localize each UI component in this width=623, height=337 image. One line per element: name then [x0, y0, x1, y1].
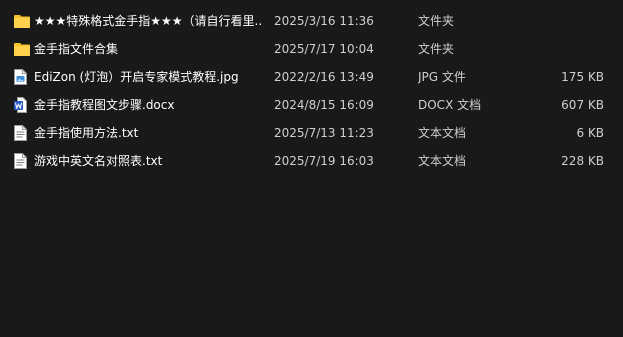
file-date: 2024/8/15 16:09: [274, 98, 374, 112]
file-row[interactable]: EdiZon (灯泡）开启专家模式教程.jpg 2022/2/16 13:49 …: [0, 63, 623, 91]
file-row[interactable]: 金手指教程图文步骤.docx 2024/8/15 16:09 DOCX 文档 6…: [0, 91, 623, 119]
file-icon-cell: [14, 147, 32, 175]
file-size: 228 KB: [561, 154, 604, 168]
file-name: ★★★特殊格式金手指★★★（请自行看里...: [34, 14, 262, 28]
file-name: 金手指使用方法.txt: [34, 126, 139, 140]
file-size: 175 KB: [561, 70, 604, 84]
file-list: ★★★特殊格式金手指★★★（请自行看里... 2025/3/16 11:36 文…: [0, 7, 623, 175]
file-size: 607 KB: [561, 98, 604, 112]
file-size: [500, 35, 604, 63]
file-row[interactable]: ★★★特殊格式金手指★★★（请自行看里... 2025/3/16 11:36 文…: [0, 7, 623, 35]
folder-icon: [14, 43, 30, 56]
text-file-icon: [14, 125, 27, 141]
file-icon-cell: [14, 7, 32, 35]
file-icon-cell: [14, 35, 32, 63]
text-file-icon: [14, 153, 27, 169]
file-row[interactable]: 游戏中英文名对照表.txt 2025/7/19 16:03 文本文档 228 K…: [0, 147, 623, 175]
file-name: 金手指文件合集: [34, 42, 119, 56]
file-date: 2025/7/13 11:23: [274, 126, 374, 140]
file-icon-cell: [14, 63, 32, 91]
word-document-icon: [14, 97, 27, 113]
file-date: 2025/3/16 11:36: [274, 14, 374, 28]
file-icon-cell: [14, 119, 32, 147]
file-row[interactable]: 金手指使用方法.txt 2025/7/13 11:23 文本文档 6 KB: [0, 119, 623, 147]
file-name: 游戏中英文名对照表.txt: [34, 154, 163, 168]
file-date: 2025/7/17 10:04: [274, 42, 374, 56]
file-size: 6 KB: [576, 126, 604, 140]
file-date: 2022/2/16 13:49: [274, 70, 374, 84]
image-file-icon: [14, 69, 27, 85]
file-size: [500, 7, 604, 35]
file-date: 2025/7/19 16:03: [274, 154, 374, 168]
file-row[interactable]: 金手指文件合集 2025/7/17 10:04 文件夹: [0, 35, 623, 63]
file-name: 金手指教程图文步骤.docx: [34, 98, 175, 112]
file-name: EdiZon (灯泡）开启专家模式教程.jpg: [34, 70, 239, 84]
file-icon-cell: [14, 91, 32, 119]
folder-icon: [14, 15, 30, 28]
